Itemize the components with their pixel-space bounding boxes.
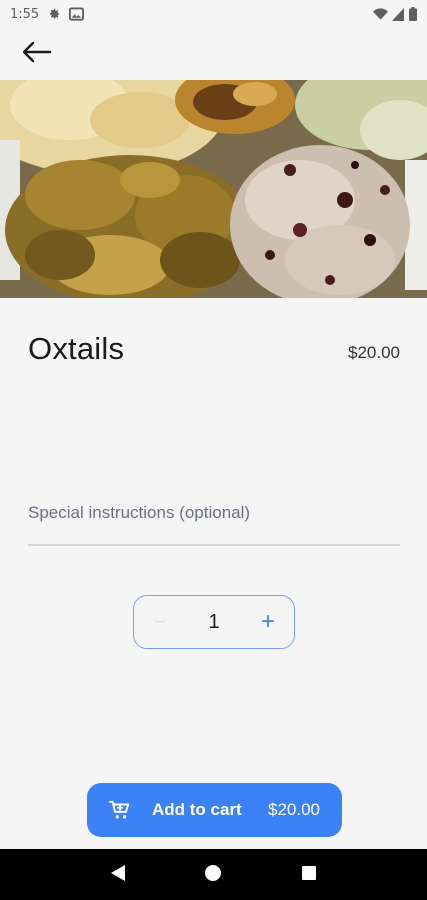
quantity-value: 1 xyxy=(208,610,220,633)
status-bar: 1:55 xyxy=(0,0,427,28)
item-title: Oxtails xyxy=(28,331,125,366)
status-time: 1:55 xyxy=(10,6,40,22)
item-price: $20.00 xyxy=(348,343,400,362)
settings-icon xyxy=(47,7,61,21)
signal-icon xyxy=(392,7,405,21)
status-right xyxy=(373,7,417,21)
special-instructions-placeholder: Special instructions (optional) xyxy=(28,503,251,522)
back-button[interactable] xyxy=(22,36,66,72)
add-to-cart-total: $20.00 xyxy=(268,800,320,819)
special-instructions-input[interactable]: Special instructions (optional) xyxy=(28,496,400,546)
cart-icon xyxy=(109,800,131,820)
status-left: 1:55 xyxy=(10,6,85,22)
nav-back-icon xyxy=(110,864,126,886)
increase-quantity-button[interactable]: + xyxy=(256,607,280,637)
nav-recents-button[interactable] xyxy=(287,855,331,895)
item-photo xyxy=(0,80,427,298)
nav-home-icon xyxy=(204,864,222,886)
nav-home-button[interactable] xyxy=(191,855,235,895)
wifi-icon xyxy=(373,7,388,21)
quantity-stepper: − 1 + xyxy=(133,595,295,649)
image-icon xyxy=(69,7,85,21)
nav-recents-icon xyxy=(301,865,317,885)
app-bar xyxy=(0,28,427,80)
system-nav-bar xyxy=(0,849,427,900)
battery-icon xyxy=(409,7,417,21)
arrow-left-icon xyxy=(22,41,52,67)
add-to-cart-label: Add to cart xyxy=(152,800,242,819)
add-to-cart-button[interactable]: Add to cart $20.00 xyxy=(87,783,342,837)
decrease-quantity-button[interactable]: − xyxy=(148,607,172,637)
nav-back-button[interactable] xyxy=(96,855,140,895)
